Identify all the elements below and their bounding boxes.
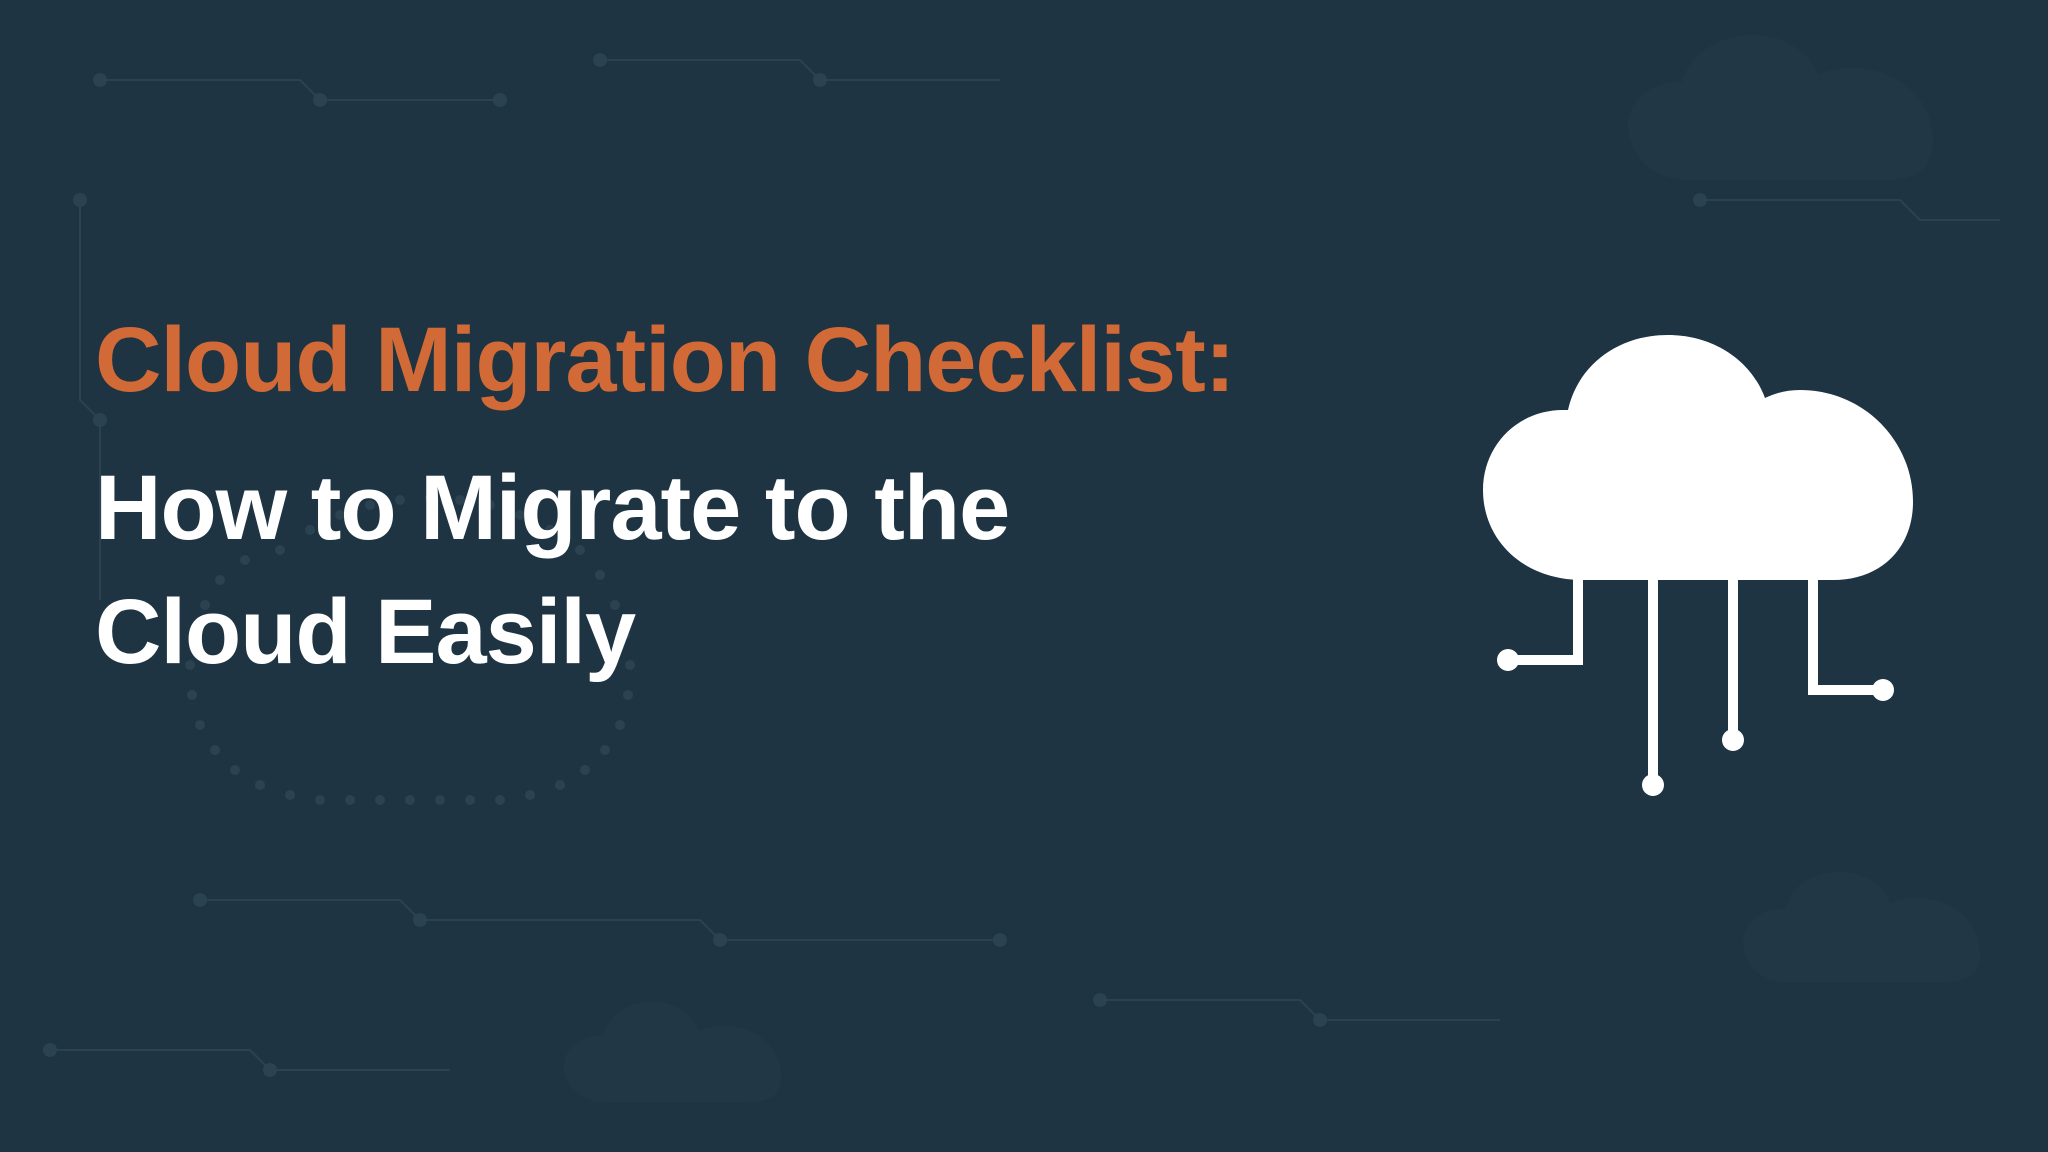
hero-text-block: Cloud Migration Checklist: How to Migrat… — [95, 310, 1234, 695]
hero-title-line2: Cloud Easily — [95, 581, 635, 683]
bg-cloud-bottom-right — [1728, 862, 2008, 1012]
bg-cloud-bottom-left — [550, 992, 810, 1132]
hero-title-accent: Cloud Migration Checklist: — [95, 310, 1234, 411]
hero-title-main: How to Migrate to the Cloud Easily — [95, 446, 1234, 694]
bg-cloud-top-right — [1608, 30, 1988, 230]
cloud-network-icon — [1463, 330, 1923, 850]
hero-title-line1: How to Migrate to the — [95, 457, 1009, 559]
